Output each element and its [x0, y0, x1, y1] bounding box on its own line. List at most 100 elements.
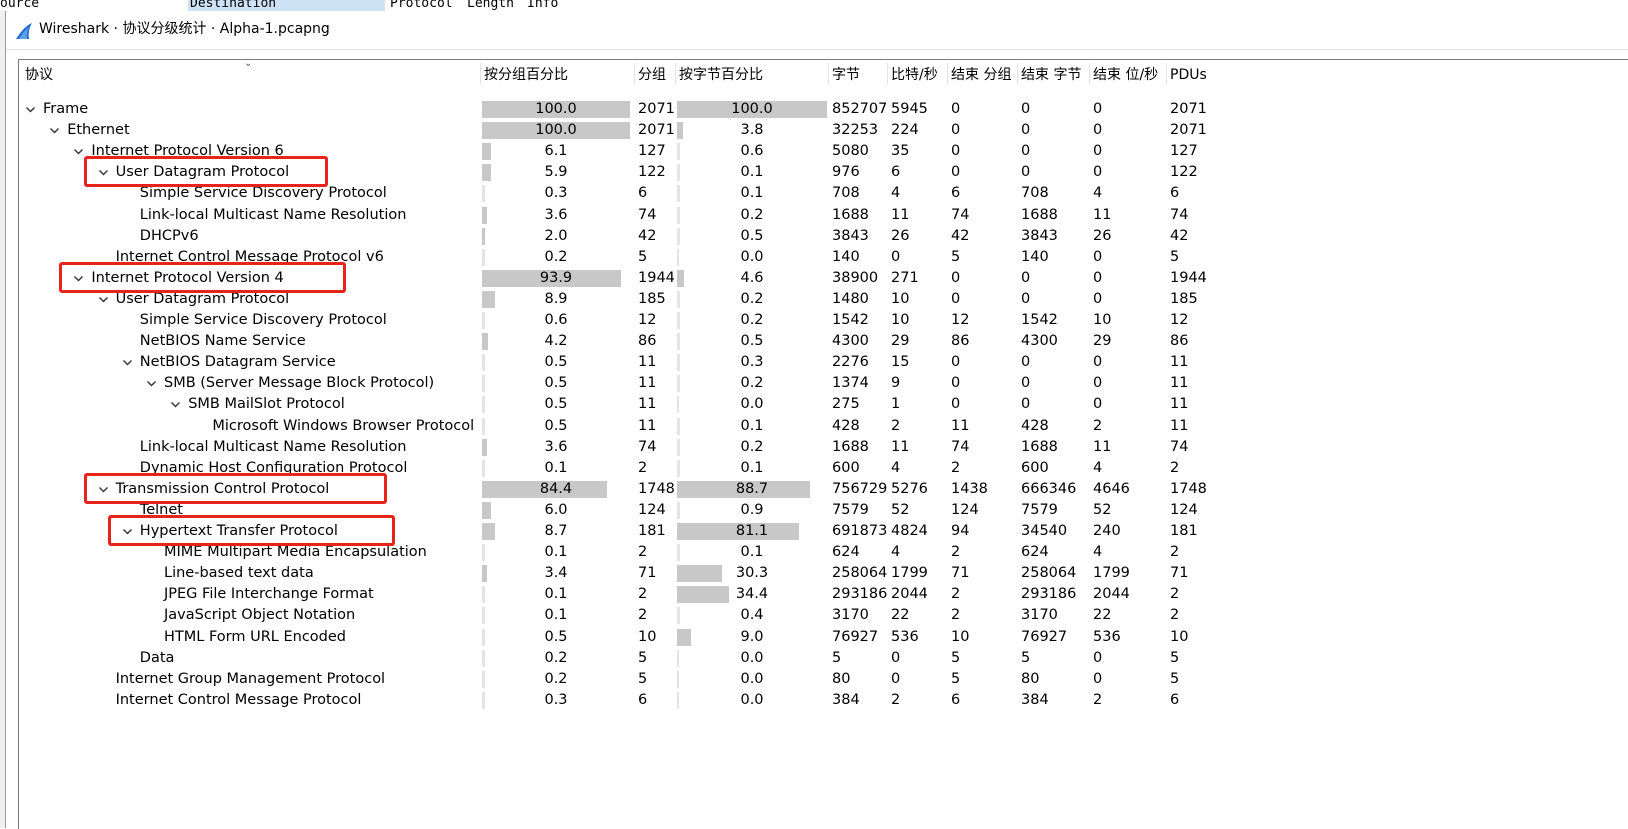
- column-separator[interactable]: [947, 63, 948, 85]
- protocol-row[interactable]: Data 0.2 0.0 5 5 0 5 5 0 5: [19, 648, 1628, 669]
- bits-per-sec-value: 2: [891, 691, 901, 708]
- column-separator[interactable]: [887, 63, 888, 85]
- pct-bytes-value: 0.0: [740, 248, 764, 265]
- pct-bytes-value: 81.1: [735, 523, 769, 539]
- end-packets-value: 2: [951, 607, 961, 624]
- end-bits-per-sec-value: 0: [1093, 248, 1103, 265]
- protocol-row[interactable]: HTML Form URL Encoded 0.5 9.0 10 76927 536 10 7…: [19, 627, 1628, 648]
- col-end-bits-per-sec-header[interactable]: 结束 位/秒: [1093, 65, 1158, 85]
- pdus-value: 2071: [1170, 101, 1207, 117]
- end-bytes-value: 5: [1021, 649, 1031, 666]
- pdus-value: 10: [1170, 628, 1189, 645]
- end-bytes-value: 0: [1021, 101, 1031, 117]
- bytes-value: 756729: [832, 480, 888, 497]
- pct-packets-value: 0.3: [544, 185, 568, 202]
- pct-packets-value: 0.1: [544, 459, 568, 476]
- protocol-name: JPEG File Interchange Format: [164, 586, 374, 603]
- pct-bytes-value: 0.0: [740, 649, 764, 666]
- protocol-row[interactable]: Ethernet 100.0 3.8 2071 32253 224 0 0 0 2071: [19, 120, 1628, 141]
- end-bytes-value: 0: [1021, 164, 1031, 181]
- protocol-name: Microsoft Windows Browser Protocol: [212, 417, 475, 434]
- protocol-row[interactable]: DHCPv6 2.0 0.5 42 3843 26 42 3843 26 42: [19, 226, 1628, 247]
- pdus-value: 2071: [1170, 122, 1207, 139]
- column-separator[interactable]: [1089, 63, 1090, 85]
- packets-value: 124: [638, 501, 666, 518]
- protocol-row[interactable]: NetBIOS Datagram Service 0.5 0.3 11 2276 15 0 0…: [19, 352, 1628, 373]
- protocol-row[interactable]: NetBIOS Name Service 4.2 0.5 86 4300 29 86 4300…: [19, 331, 1628, 352]
- expand-chevron-icon[interactable]: [23, 99, 39, 120]
- protocol-row[interactable]: Link-local Multicast Name Resolution 3.6 0…: [19, 437, 1628, 458]
- pct-bytes-value: 3.8: [740, 122, 764, 139]
- protocol-row[interactable]: JavaScript Object Notation 0.1 0.4 2 3170 22 2…: [19, 605, 1628, 626]
- pct-packets-value: 0.5: [544, 396, 568, 413]
- end-bits-per-sec-value: 0: [1093, 354, 1103, 371]
- red-highlight-box: [107, 515, 395, 546]
- pct-bytes-value: 34.4: [735, 586, 769, 603]
- bits-per-sec-value: 10: [891, 312, 910, 328]
- pdus-value: 11: [1170, 417, 1189, 434]
- protocol-row[interactable]: Line-based text data 3.4 30.3 71 258064 1799 7…: [19, 563, 1628, 584]
- protocol-tree[interactable]: ⌄ 协议 按分组百分比 分组 按字节百分比 字节 比特/秒 结束 分组 结束 字节 结束 位/秒…: [18, 58, 1628, 829]
- bits-per-sec-value: 26: [891, 227, 910, 244]
- col-end-bytes-header[interactable]: 结束 字节: [1021, 65, 1081, 85]
- protocol-row[interactable]: Simple Service Discovery Protocol 0.6 0.2 1…: [19, 310, 1628, 331]
- bytes-value: 2276: [832, 354, 869, 371]
- pct-bytes-value: 4.6: [740, 269, 764, 286]
- end-bits-per-sec-value: 0: [1093, 375, 1103, 392]
- protocol-row[interactable]: Frame 100.0 100.0 2071 852707 5945 0 0 0 2071: [19, 99, 1628, 120]
- bytes-value: 3843: [832, 227, 869, 244]
- end-bits-per-sec-value: 11: [1093, 206, 1112, 223]
- pct-bytes-value: 0.2: [740, 375, 764, 392]
- col-pdus-header[interactable]: PDUs: [1170, 65, 1207, 85]
- protocol-row[interactable]: JPEG File Interchange Format 0.1 34.4 2 2931…: [19, 584, 1628, 605]
- col-protocol-header[interactable]: 协议: [25, 65, 53, 85]
- end-bits-per-sec-value: 2: [1093, 691, 1103, 708]
- protocol-row[interactable]: Internet Group Management Protocol 0.2 0.0…: [19, 669, 1628, 690]
- bits-per-sec-value: 29: [891, 333, 910, 350]
- protocol-name: Internet Group Management Protocol: [115, 670, 386, 687]
- bits-per-sec-value: 35: [891, 143, 910, 160]
- bits-per-sec-value: 5276: [891, 480, 928, 497]
- column-separator[interactable]: [634, 63, 635, 85]
- bits-per-sec-value: 224: [891, 122, 919, 139]
- protocol-row[interactable]: Microsoft Windows Browser Protocol 0.5 0.1…: [19, 416, 1628, 437]
- expand-chevron-icon[interactable]: [47, 120, 63, 141]
- pct-bytes-value: 0.5: [740, 333, 764, 350]
- col-pct-packets-header[interactable]: 按分组百分比: [484, 65, 568, 85]
- pct-packets-value: 100.0: [535, 122, 577, 139]
- bits-per-sec-value: 1799: [891, 565, 928, 582]
- protocol-row[interactable]: SMB MailSlot Protocol 0.5 0.0 11 275 1 0 0 0 11: [19, 394, 1628, 415]
- column-separator[interactable]: [1166, 63, 1167, 85]
- column-separator[interactable]: [480, 63, 481, 85]
- expand-chevron-icon[interactable]: [168, 394, 184, 415]
- pdus-value: 5: [1170, 670, 1180, 687]
- packets-value: 2: [638, 607, 648, 624]
- packets-value: 2: [638, 459, 648, 476]
- column-separator[interactable]: [1017, 63, 1018, 85]
- pct-packets-value: 8.7: [544, 523, 568, 539]
- expand-chevron-icon[interactable]: [120, 352, 136, 373]
- protocol-row[interactable]: SMB (Server Message Block Protocol) 0.5 0.…: [19, 373, 1628, 394]
- col-bits-per-sec-header[interactable]: 比特/秒: [891, 65, 938, 85]
- pct-bytes-value: 0.9: [740, 501, 764, 518]
- end-packets-value: 0: [951, 290, 961, 307]
- protocol-row[interactable]: Link-local Multicast Name Resolution 3.6 0…: [19, 205, 1628, 226]
- protocol-row[interactable]: Internet Control Message Protocol 0.3 0.0 6…: [19, 690, 1628, 711]
- column-separator[interactable]: [675, 63, 676, 85]
- pdus-value: 181: [1170, 523, 1198, 539]
- bytes-value: 5: [832, 649, 842, 666]
- bits-per-sec-value: 4824: [891, 523, 928, 539]
- pct-packets-value: 0.2: [544, 649, 568, 666]
- col-bytes-header[interactable]: 字节: [832, 65, 860, 85]
- packets-value: 86: [638, 333, 657, 350]
- col-pct-bytes-header[interactable]: 按字节百分比: [679, 65, 763, 85]
- end-bits-per-sec-value: 0: [1093, 164, 1103, 181]
- expand-chevron-icon[interactable]: [144, 373, 160, 394]
- end-bits-per-sec-value: 22: [1093, 607, 1112, 624]
- end-bytes-value: 1688: [1021, 438, 1058, 455]
- col-end-packets-header[interactable]: 结束 分组: [951, 65, 1011, 85]
- column-separator[interactable]: [828, 63, 829, 85]
- col-packets-header[interactable]: 分组: [638, 65, 666, 85]
- end-packets-value: 74: [951, 438, 970, 455]
- pdus-value: 2: [1170, 544, 1180, 561]
